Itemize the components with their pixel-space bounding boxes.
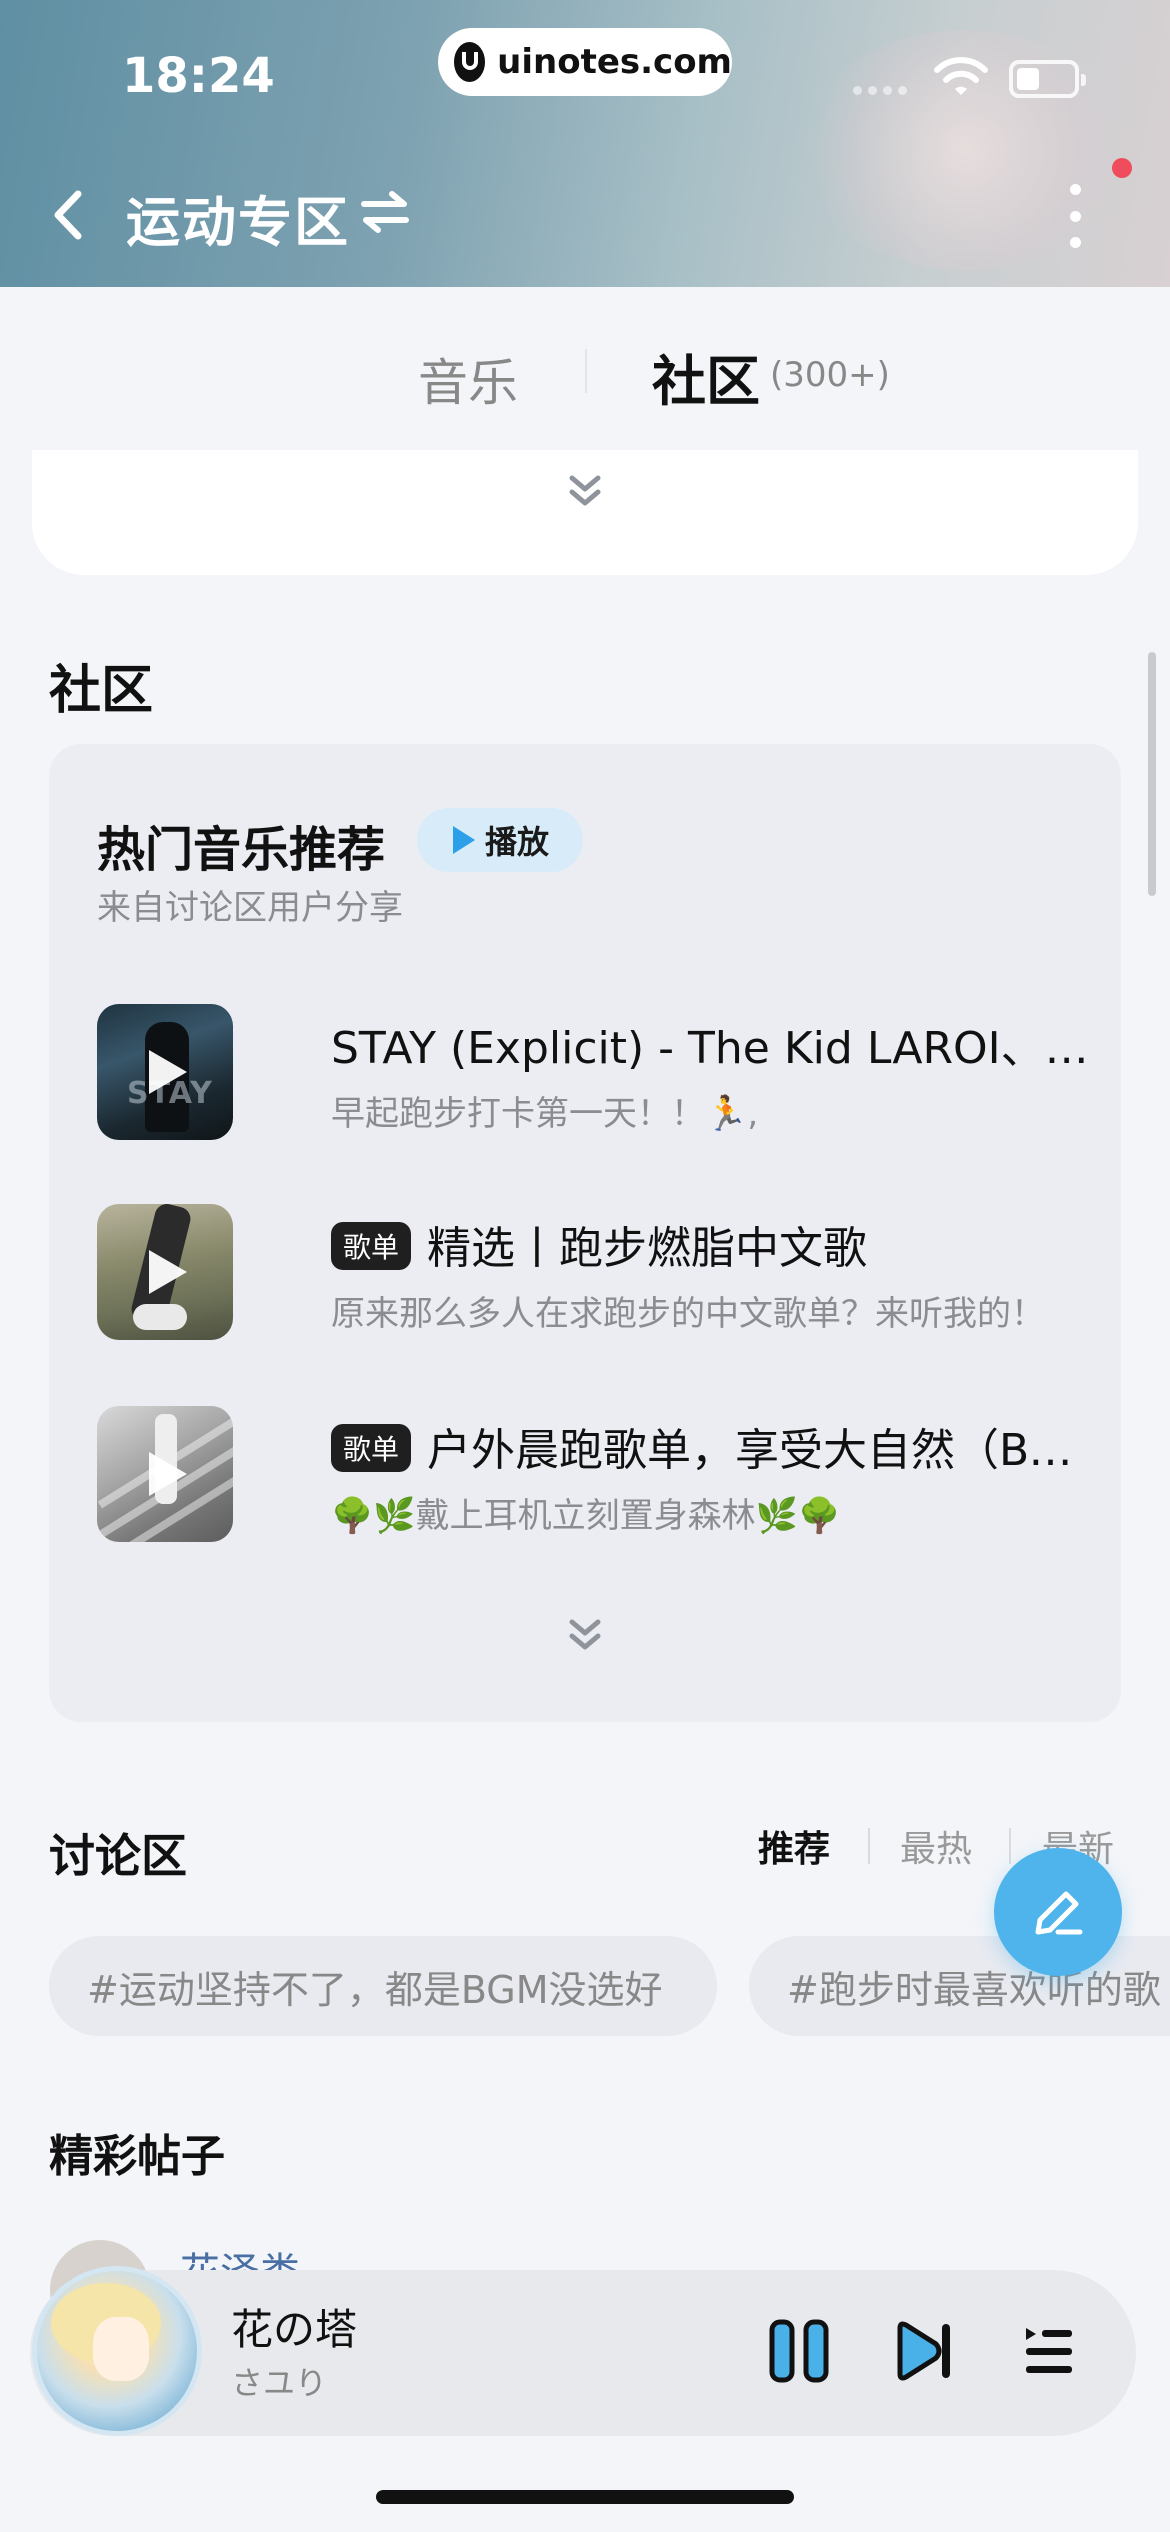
play-all-label: 播放 [485,823,550,861]
discussion-title: 讨论区 [49,1829,187,1883]
sort-divider [1009,1828,1011,1864]
back-arrow-icon[interactable] [44,180,94,250]
play-icon [149,1050,187,1094]
item-title: 歌单 户外晨跑歌单，享受大自然（BGM） [331,1414,1101,1478]
list-item[interactable]: 歌单 户外晨跑歌单，享受大自然（BGM） 🌳🌿戴上耳机立刻置身森林🌿🌳 [97,1406,1101,1546]
swap-icon[interactable] [360,190,410,234]
play-icon [149,1250,187,1294]
list-item[interactable]: 歌单 精选丨跑步燃脂中文歌 原来那么多人在求跑步的中文歌单？来听我的！ [97,1204,1097,1344]
hot-music-title: 热门音乐推荐 [97,822,386,878]
cellular-signal-icon [853,86,907,95]
header-bar: 18:24 uinotes.com 运动专区 [0,0,1170,287]
status-time: 18:24 [122,48,275,104]
featured-posts-title: 精彩帖子 [49,2131,225,2182]
pause-icon[interactable] [768,2318,830,2384]
item-title: 歌单 精选丨跑步燃脂中文歌 [331,1212,1101,1276]
home-indicator [376,2490,794,2504]
more-options-icon[interactable] [1060,184,1090,248]
item-title-text: 精选丨跑步燃脂中文歌 [427,1223,868,1274]
list-item[interactable]: STAY STAY (Explicit) - The Kid LAROI、Jus… [97,1004,1101,1144]
playlist-queue-icon[interactable] [1022,2322,1074,2378]
hot-music-card: 热门音乐推荐 播放 来自讨论区用户分享 STAY STAY (Explicit)… [49,744,1121,1722]
play-icon [453,826,475,854]
playlist-badge: 歌单 [331,1424,412,1472]
tab-community-count: (300+) [770,355,890,395]
item-subtitle: 🌳🌿戴上耳机立刻置身森林🌿🌳 [331,1496,841,1536]
scrollbar[interactable] [1148,652,1156,896]
tab-bar: 音乐 社区 (300+) [0,287,1170,447]
item-subtitle: 早起跑步打卡第一天！！🏃, [331,1094,759,1134]
sort-tab-recommended[interactable]: 推荐 [758,1820,830,1872]
now-playing-title: 花の塔 [231,2305,358,2354]
play-icon [149,1452,187,1496]
next-track-icon[interactable] [894,2320,954,2382]
topic-chip[interactable]: #运动坚持不了，都是BGM没选好 [49,1936,717,2036]
hot-music-subtitle: 来自讨论区用户分享 [97,888,403,928]
play-all-button[interactable]: 播放 [417,808,583,872]
wifi-icon [934,57,988,95]
pencil-icon [1035,1891,1083,1935]
sort-tab-hottest[interactable]: 最热 [900,1820,972,1872]
item-subtitle: 原来那么多人在求跑步的中文歌单？来听我的！ [331,1294,1045,1334]
playlist-cover [97,1406,233,1542]
album-art[interactable] [32,2266,202,2436]
site-logo-icon [454,42,486,82]
now-playing-artist: さユり [231,2364,328,2402]
playlist-badge: 歌单 [331,1222,412,1270]
sort-divider [868,1828,870,1864]
battery-icon [1009,60,1086,98]
url-pill: uinotes.com [438,28,732,96]
song-cover: STAY [97,1004,233,1140]
tab-divider [585,349,587,393]
tab-music[interactable]: 音乐 [418,343,518,415]
chevron-double-down-icon[interactable] [566,472,604,512]
compose-button[interactable] [994,1848,1122,1976]
community-section-title: 社区 [49,661,154,721]
item-title-text: 户外晨跑歌单，享受大自然（BGM） [427,1425,1101,1476]
playlist-cover [97,1204,233,1340]
item-title: STAY (Explicit) - The Kid LAROI、Justin B… [331,1023,1101,1074]
notification-dot [1112,158,1132,178]
chevron-double-down-icon[interactable] [566,1616,604,1656]
collapsed-card [32,450,1138,575]
url-text: uinotes.com [497,42,732,82]
page-title: 运动专区 [126,191,350,254]
tab-community[interactable]: 社区 [652,337,760,416]
